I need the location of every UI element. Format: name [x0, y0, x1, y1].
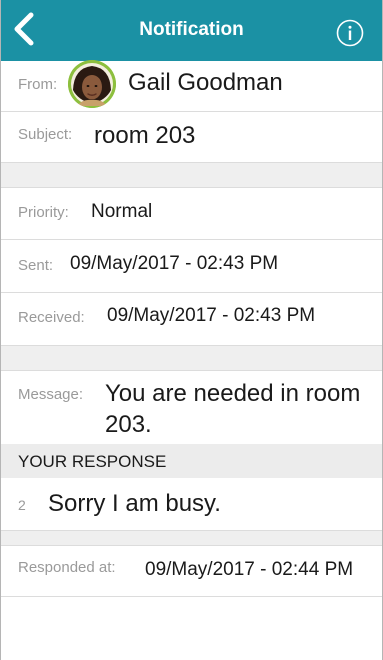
received-label: Received:: [18, 309, 85, 326]
responded-value: 09/May/2017 - 02:44 PM: [145, 559, 354, 580]
subject-row: Subject: room 203: [1, 112, 382, 163]
responded-row: Responded at: 09/May/2017 - 02:44 PM: [1, 545, 382, 597]
section-spacer: [1, 163, 382, 187]
sent-value: 09/May/2017 - 02:43 PM: [70, 253, 279, 274]
message-text-line-2: 203.: [105, 411, 152, 438]
from-label: From:: [18, 76, 58, 93]
section-spacer: [1, 531, 382, 545]
priority-value: Normal: [91, 201, 153, 222]
priority-row: Priority: Normal: [1, 187, 382, 240]
page-title: Notification: [139, 19, 244, 40]
section-spacer: [1, 346, 382, 370]
response-row: 2 Sorry I am busy.: [1, 478, 382, 531]
message-label: Message:: [18, 386, 84, 403]
priority-label: Priority:: [18, 204, 69, 221]
navigation-bar: Notification: [1, 0, 382, 61]
received-value: 09/May/2017 - 02:43 PM: [107, 305, 316, 326]
sender-name: Gail Goodman: [128, 69, 283, 96]
response-section-title: YOUR RESPONSE: [18, 452, 167, 471]
sent-row: Sent: 09/May/2017 - 02:43 PM: [1, 240, 382, 293]
message-text-line-1: You are needed in room: [105, 380, 361, 407]
sender-avatar: [68, 60, 116, 108]
subject-label: Subject:: [18, 126, 73, 143]
sent-label: Sent:: [18, 257, 54, 274]
response-text: Sorry I am busy.: [48, 490, 221, 517]
received-row: Received: 09/May/2017 - 02:43 PM: [1, 293, 382, 346]
responded-label: Responded at:: [18, 559, 116, 576]
response-section-header: YOUR RESPONSE: [1, 444, 382, 478]
person-avatar-image: [68, 60, 116, 108]
from-row: From: Gail Goodman: [1, 61, 382, 112]
response-index: 2: [18, 497, 26, 513]
info-circle-icon[interactable]: [336, 19, 364, 47]
subject-value: room 203: [94, 122, 196, 149]
message-row: Message: You are needed in room 203.: [1, 370, 382, 444]
screen: Notification From: Gail Goodman Subject:…: [0, 0, 383, 660]
